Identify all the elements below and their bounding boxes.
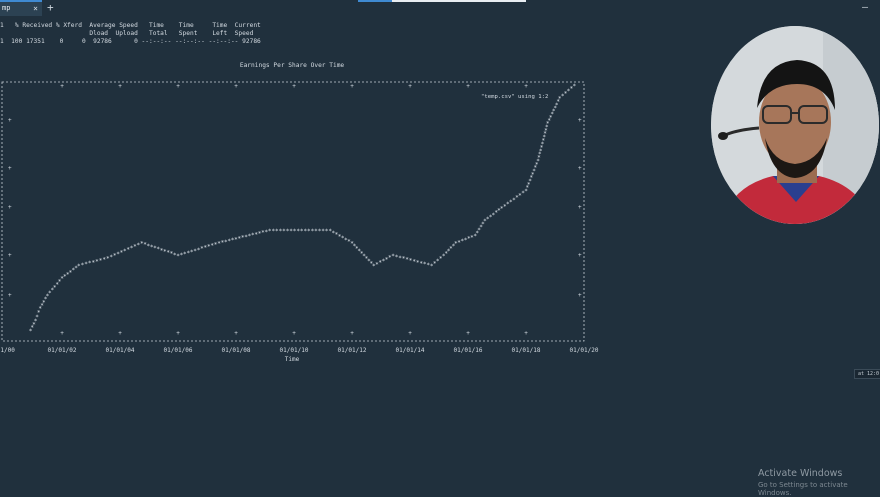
x-tick-mark: + (234, 83, 238, 90)
x-tick-label: 01/01/06 (164, 347, 193, 354)
x-tick-mark: + (292, 330, 296, 337)
x-tick-mark: + (176, 330, 180, 337)
y-tick-mark: + (8, 165, 12, 172)
y-tick-mark: + (8, 204, 12, 211)
x-tick-label: 01/01/08 (222, 347, 251, 354)
activate-windows-title: Activate Windows (758, 468, 843, 479)
webcam-overlay (711, 26, 879, 224)
x-tick-mark: + (118, 330, 122, 337)
x-tick-label: 01/01/20 (570, 347, 599, 354)
x-tick-mark: + (118, 83, 122, 90)
x-tick-mark: + (466, 83, 470, 90)
data-series: ***************** * * * * * * * * * * * * * * * * * * * * * * *… (29, 83, 577, 335)
x-axis-tick-labels: /01/00 01/01/02 01/01/04 01/01/06 01/01/08 01… (0, 347, 599, 354)
x-tick-mark: + (350, 330, 354, 337)
x-tick-mark: + (466, 330, 470, 337)
x-tick-mark: + (292, 83, 296, 90)
x-tick-mark: + (60, 83, 64, 90)
y-tick-mark: + (8, 292, 12, 299)
x-tick-label: 01/01/02 (48, 347, 77, 354)
y-tick-mark: + (578, 117, 582, 124)
x-tick-mark: + (60, 330, 64, 337)
presenter-video (711, 26, 879, 224)
x-tick-mark: + (524, 330, 528, 337)
x-tick-mark: + (524, 83, 528, 90)
y-tick-mark: + (578, 252, 582, 259)
legend-label: "temp.csv" using 1:2 (481, 94, 548, 100)
x-tick-mark: + (408, 83, 412, 90)
x-axis-label: Time (285, 356, 300, 363)
x-tick-label: 01/01/10 (280, 347, 309, 354)
x-tick-mark: + (234, 330, 238, 337)
x-tick-mark: + (176, 83, 180, 90)
chart-title: Earnings Per Share Over Time (240, 62, 345, 69)
y-tick-mark: + (8, 252, 12, 259)
y-tick-mark: + (578, 204, 582, 211)
x-tick-label: 01/01/16 (454, 347, 483, 354)
x-tick-label: 01/01/18 (512, 347, 541, 354)
y-tick-mark: + (578, 165, 582, 172)
x-tick-label: 01/01/12 (338, 347, 367, 354)
side-status-badge: at 12:0 (854, 369, 880, 379)
x-tick-mark: + (350, 83, 354, 90)
x-tick-mark: + (408, 330, 412, 337)
x-tick-label: /01/00 (0, 347, 15, 354)
x-tick-label: 01/01/04 (106, 347, 135, 354)
data-point: * (573, 83, 577, 90)
y-tick-mark: + (578, 292, 582, 299)
y-tick-mark: + (8, 117, 12, 124)
x-tick-label: 01/01/14 (396, 347, 425, 354)
